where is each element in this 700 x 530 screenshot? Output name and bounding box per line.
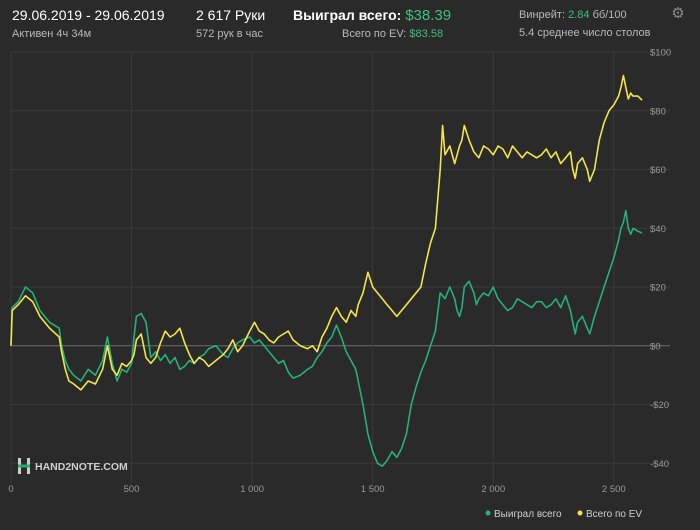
- y-tick-label: $100: [650, 48, 671, 59]
- x-tick-label: 1 000: [240, 484, 264, 495]
- x-tick-label: 1 500: [361, 484, 385, 495]
- x-tick-label: 2 000: [481, 484, 505, 495]
- chart-legend: Выиграл всего Всего по EV: [485, 509, 642, 520]
- x-tick-label: 500: [124, 484, 140, 495]
- chart-grid: [10, 51, 670, 483]
- logo-text: HAND2NOTE.COM: [35, 461, 128, 473]
- y-tick-label: -$20: [650, 400, 669, 411]
- y-tick-label: $60: [650, 165, 666, 176]
- winnings-chart: $100 $80 $60 $40 $20 $0 -$20 -$40 0 500 1 000 1 50…: [8, 48, 671, 521]
- legend-label-1: Выиграл всего: [494, 509, 562, 520]
- legend-marker-2: [577, 510, 583, 516]
- series-line-1: [10, 209, 643, 467]
- legend-marker-1: [485, 510, 491, 516]
- y-tick-label: $40: [650, 224, 666, 235]
- y-tick-label: $80: [650, 106, 666, 117]
- x-tick-label: 0: [8, 484, 13, 495]
- y-tick-label: $20: [650, 283, 666, 294]
- y-tick-label: $0: [650, 341, 661, 352]
- x-axis-ticks: 0 500 1 000 1 500 2 000 2 500: [8, 484, 625, 495]
- logo: HAND2NOTE.COM: [18, 458, 128, 474]
- chart-lines: [10, 74, 643, 467]
- legend-label-2: Всего по EV: [586, 509, 642, 520]
- logo-mark-bar: [18, 464, 30, 468]
- y-tick-label: -$40: [650, 459, 669, 470]
- x-tick-label: 2 500: [602, 484, 626, 495]
